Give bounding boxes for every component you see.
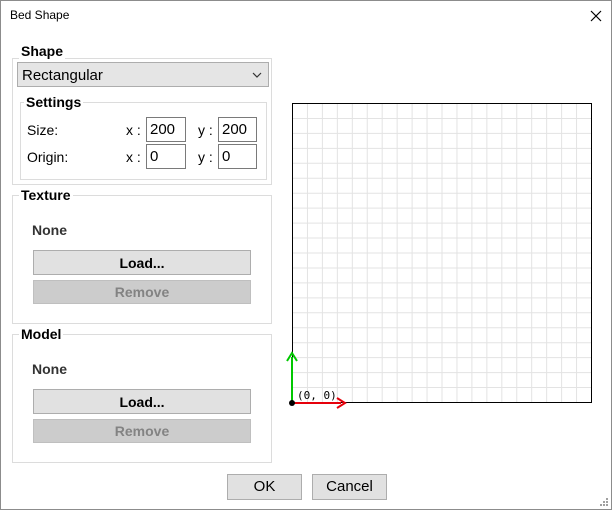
model-group-title: Model	[19, 326, 64, 342]
close-button[interactable]	[581, 3, 611, 29]
bed-grid	[292, 103, 592, 403]
model-load-button[interactable]: Load...	[33, 389, 251, 414]
origin-label: Origin:	[27, 149, 69, 165]
size-label: Size:	[27, 122, 59, 138]
origin-point	[289, 400, 295, 406]
close-icon	[590, 10, 602, 22]
size-x-label: x :	[126, 122, 141, 138]
bed-preview: (0, 0)	[286, 96, 601, 411]
shape-dropdown[interactable]: Rectangular	[17, 62, 269, 87]
settings-group-title: Settings	[24, 94, 84, 110]
bed-shape-dialog: Bed Shape Shape Rectangular Settings Siz…	[0, 0, 612, 510]
chevron-down-icon	[252, 72, 262, 78]
origin-coordinate-label: (0, 0)	[297, 389, 337, 402]
model-remove-button[interactable]: Remove	[33, 419, 251, 443]
shape-dropdown-value: Rectangular	[22, 67, 103, 84]
ok-button[interactable]: OK	[227, 474, 302, 500]
size-y-input[interactable]	[218, 117, 257, 142]
model-status: None	[32, 361, 67, 377]
window-title: Bed Shape	[10, 8, 70, 22]
bed-preview-canvas: (0, 0)	[286, 103, 592, 409]
texture-group-title: Texture	[19, 187, 73, 203]
origin-x-label: x :	[126, 149, 141, 165]
size-x-input[interactable]	[146, 117, 186, 142]
size-y-label: y :	[198, 122, 213, 138]
origin-y-input[interactable]	[218, 144, 257, 169]
texture-status: None	[32, 222, 67, 238]
resize-grip-icon[interactable]	[599, 497, 609, 507]
title-bar: Bed Shape	[1, 1, 611, 31]
origin-x-input[interactable]	[146, 144, 186, 169]
texture-remove-button[interactable]: Remove	[33, 280, 251, 304]
shape-group-title: Shape	[19, 43, 66, 59]
texture-load-button[interactable]: Load...	[33, 250, 251, 275]
cancel-button[interactable]: Cancel	[312, 474, 387, 500]
origin-y-label: y :	[198, 149, 213, 165]
